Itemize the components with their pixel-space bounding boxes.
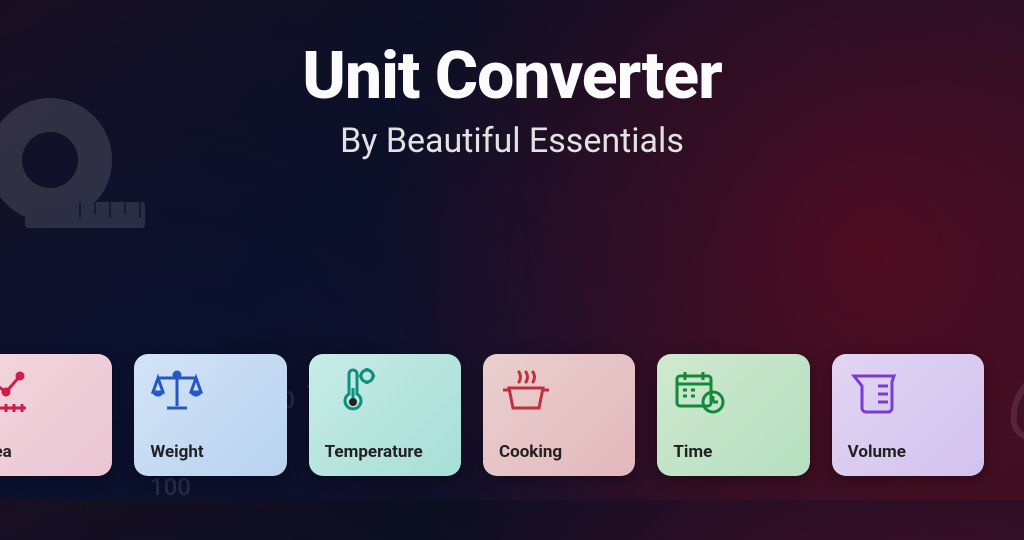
category-card-volume[interactable]: Volume (832, 354, 984, 476)
category-card-cooking[interactable]: Cooking (483, 354, 635, 476)
category-card-temperature[interactable]: Temperature (309, 354, 461, 476)
scale-icon (150, 368, 204, 414)
measuring-cup-icon (848, 368, 902, 414)
category-card-weight[interactable]: Weight (134, 354, 286, 476)
category-label: Cooking (499, 442, 619, 462)
calendar-clock-icon (673, 368, 727, 414)
category-label: Area (0, 442, 96, 462)
hero: Unit Converter By Beautiful Essentials (0, 0, 1024, 161)
category-label: Temperature (325, 442, 445, 462)
cooking-pot-icon (499, 368, 553, 414)
category-card-time[interactable]: Time (657, 354, 809, 476)
app-title: Unit Converter (0, 38, 1024, 115)
thermometer-icon (325, 368, 379, 414)
category-label: Volume (848, 442, 968, 462)
area-icon (0, 368, 30, 414)
app-subtitle: By Beautiful Essentials (0, 121, 1024, 161)
category-card-area[interactable]: Area (0, 354, 112, 476)
svg-text:100: 100 (150, 473, 191, 501)
category-label: Time (673, 442, 793, 462)
category-label: Weight (150, 442, 270, 462)
category-strip: Area Weight (0, 354, 984, 476)
